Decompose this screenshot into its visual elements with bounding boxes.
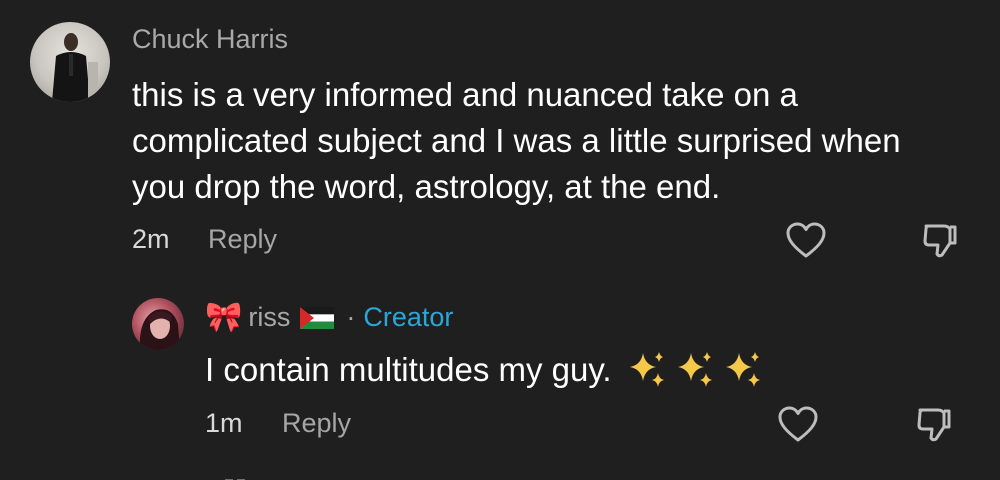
comment-text: this is a very informed and nuanced take… [132, 76, 901, 205]
creator-badge: Creator [363, 302, 454, 332]
thumbs-down-icon [917, 408, 951, 442]
reply-text: I contain multitudes my guy. [205, 351, 612, 388]
thumbs-down-icon [923, 224, 957, 258]
separator-dot: · [346, 302, 356, 332]
comment-timestamp: 2m [132, 224, 170, 254]
creator-username[interactable]: riss [248, 302, 290, 333]
palestine-flag-icon [300, 306, 335, 329]
comment-thread: Chuck Harris this is a very informed and… [0, 0, 1000, 480]
heart-icon [778, 406, 818, 442]
creator-avatar[interactable] [132, 298, 184, 350]
commenter-avatar[interactable] [30, 22, 110, 102]
reply-to-reply-button[interactable]: Reply [282, 408, 351, 439]
next-row-hint [225, 470, 255, 480]
heart-icon [786, 222, 826, 258]
ribbon-bow-icon: 🎀 [205, 301, 243, 334]
reply-button[interactable]: Reply [208, 224, 277, 255]
reply-like-button[interactable] [774, 400, 822, 448]
reply-dislike-button[interactable] [910, 400, 958, 448]
dislike-button[interactable] [916, 216, 964, 264]
reply-content: I contain multitudes my guy. [205, 348, 764, 392]
like-button[interactable] [782, 216, 830, 264]
person-silhouette-icon [52, 33, 98, 102]
sparkles-emoji-icon [626, 349, 764, 391]
face-photo-icon [139, 309, 180, 350]
reply-header: 🎀 riss · Creator [205, 300, 453, 335]
reply-timestamp: 1m [205, 408, 243, 438]
commenter-username[interactable]: Chuck Harris [132, 24, 288, 55]
